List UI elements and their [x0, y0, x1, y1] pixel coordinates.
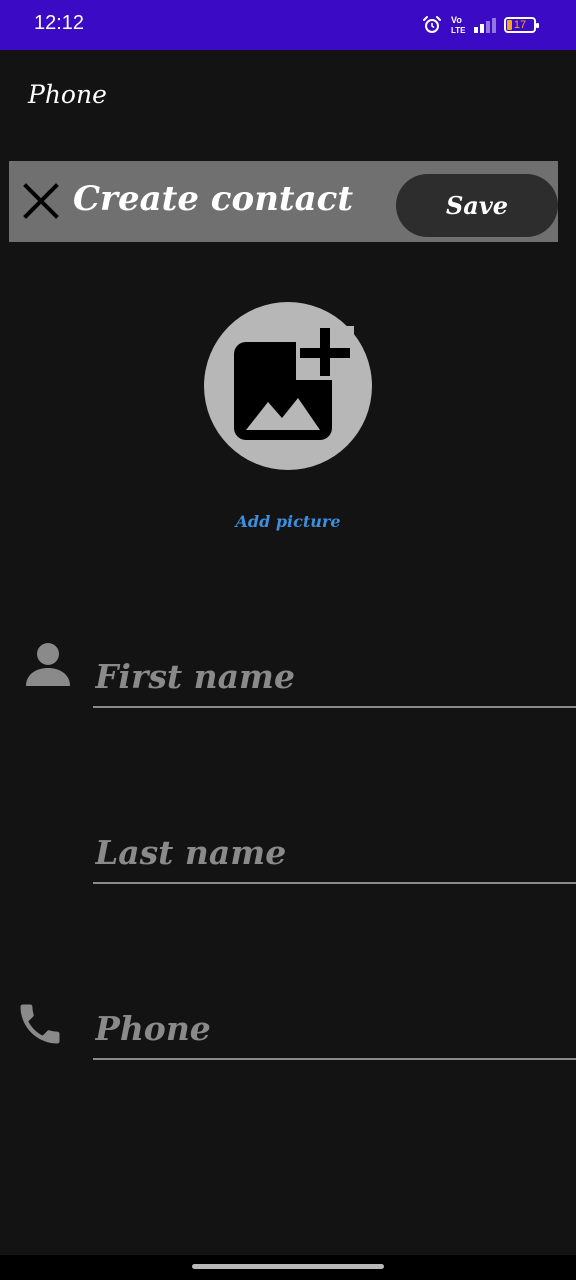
battery-percent: 17: [513, 18, 527, 31]
last-name-input[interactable]: [93, 822, 576, 882]
close-icon: [23, 183, 59, 219]
add-picture-link[interactable]: Add picture: [0, 512, 576, 531]
toolbar-title: Create contact: [73, 179, 354, 219]
status-icons: Vo LTE 17: [422, 14, 539, 36]
first-name-input[interactable]: [93, 646, 576, 706]
phone-input[interactable]: [93, 998, 576, 1058]
battery-level: [507, 20, 512, 30]
status-bar: 12:12 Vo LTE 17: [0, 0, 576, 50]
create-contact-toolbar: Create contact Save: [9, 161, 558, 242]
home-gesture-bar[interactable]: [192, 1264, 384, 1269]
alarm-icon: [422, 15, 442, 35]
close-button[interactable]: [21, 181, 61, 221]
add-photo-icon: [234, 326, 354, 440]
phone-field: [93, 998, 576, 1060]
svg-text:Vo: Vo: [451, 15, 462, 25]
last-name-field: [93, 822, 576, 884]
phone-icon: [14, 998, 66, 1054]
status-time: 12:12: [34, 12, 85, 34]
volte-icon: Vo LTE: [450, 14, 466, 36]
add-photo-button[interactable]: [204, 302, 372, 470]
save-button[interactable]: Save: [396, 174, 558, 237]
first-name-field: [93, 646, 576, 708]
signal-icon: [474, 17, 496, 33]
navigation-bar: [0, 1255, 576, 1280]
app-title: Phone: [28, 80, 107, 109]
battery-icon: 17: [504, 17, 539, 33]
svg-text:LTE: LTE: [451, 26, 466, 35]
person-icon: [24, 640, 72, 692]
